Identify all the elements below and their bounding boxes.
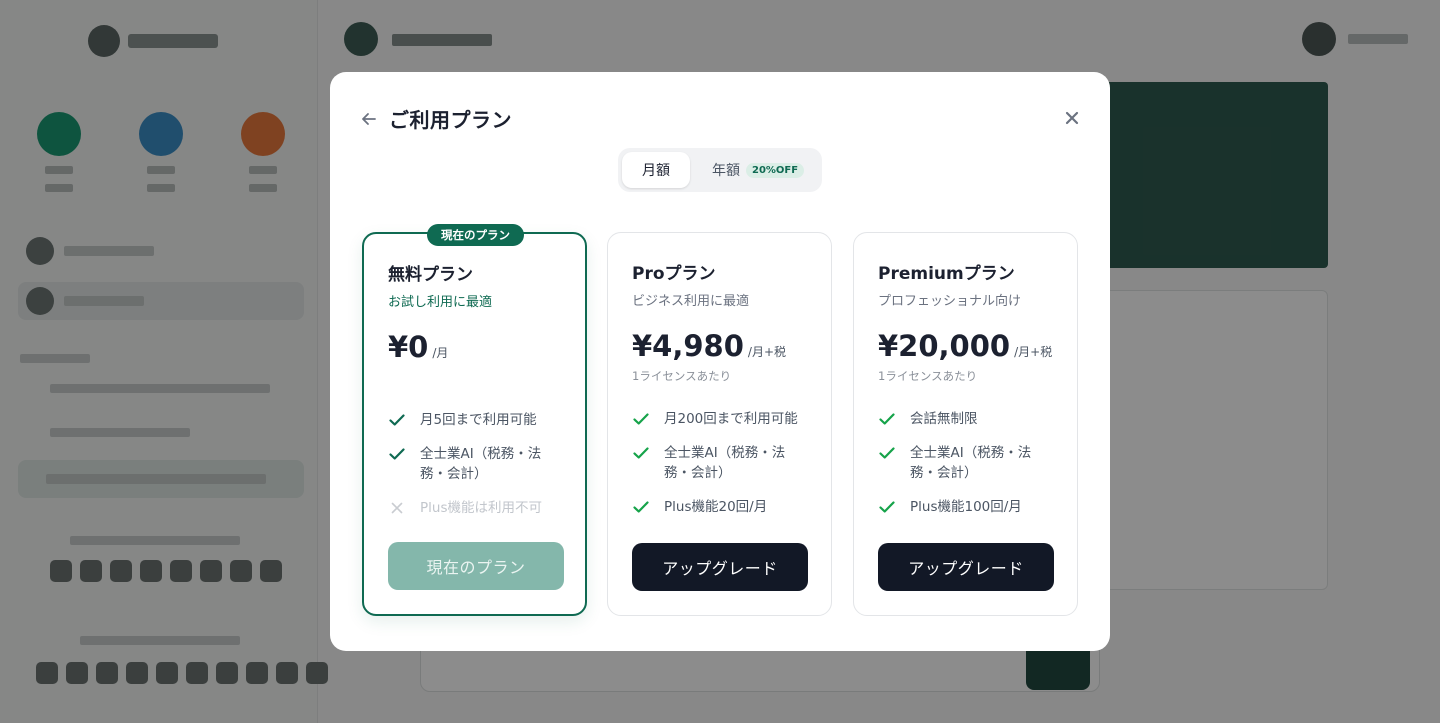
check-icon [632, 409, 650, 429]
billing-annual-label: 年額 [712, 163, 740, 179]
feature-item: 全士業AI（税務・法務・会計） [388, 444, 568, 484]
discount-badge: 20%OFF [746, 162, 805, 178]
billing-annual-option[interactable]: 年額 20%OFF [690, 152, 805, 188]
price-period: /月+税 [747, 345, 787, 359]
plan-card-pro: Proプラン ビジネス利用に最適 ¥4,980 /月+税 1ライセンスあたり 月… [607, 232, 832, 616]
x-icon [388, 498, 406, 518]
check-icon [878, 497, 896, 517]
feature-item: 会話無制限 [878, 409, 1058, 429]
plan-card-free: 現在のプラン 無料プラン お試し利用に最適 ¥0 /月 月5回まで利用可能 全士… [362, 224, 587, 616]
check-icon [878, 443, 896, 463]
feature-item: 月5回まで利用可能 [388, 410, 568, 430]
plan-name: 無料プラン [388, 265, 473, 285]
feature-list: 月200回まで利用可能 全士業AI（税務・法務・会計） Plus機能20回/月 [632, 409, 812, 531]
feature-text: Plus機能は利用不可 [420, 500, 542, 516]
check-icon [632, 443, 650, 463]
modal-title: ご利用プラン [389, 108, 512, 132]
feature-item: 月200回まで利用可能 [632, 409, 812, 429]
feature-item: 全士業AI（税務・法務・会計） [878, 443, 1058, 483]
price-amount: ¥4,980 [632, 329, 744, 363]
plan-name: Premiumプラン [878, 264, 1015, 284]
plan-name: Proプラン [632, 264, 716, 284]
check-icon [388, 410, 406, 430]
plan-price: ¥0 /月 [388, 330, 448, 364]
price-period: /月+税 [1014, 345, 1053, 359]
per-license-note: 1ライセンスあたり [878, 369, 978, 383]
price-amount: ¥0 [388, 330, 429, 364]
close-button[interactable] [1060, 106, 1084, 130]
upgrade-pro-button[interactable]: アップグレード [632, 543, 808, 591]
feature-list: 月5回まで利用可能 全士業AI（税務・法務・会計） Plus機能は利用不可 [388, 410, 568, 532]
feature-text: 全士業AI（税務・法務・会計） [420, 446, 542, 482]
plan-subtitle: プロフェッショナル向け [878, 294, 1022, 309]
current-plan-badge: 現在のプラン [427, 224, 524, 246]
per-license-note: 1ライセンスあたり [632, 369, 732, 383]
billing-monthly-option[interactable]: 月額 [622, 152, 690, 188]
check-icon [878, 409, 896, 429]
feature-text: 全士業AI（税務・法務・会計） [664, 445, 786, 481]
billing-toggle: 月額 年額 20%OFF [618, 148, 822, 192]
feature-item: Plus機能100回/月 [878, 497, 1058, 517]
billing-monthly-label: 月額 [642, 163, 670, 179]
feature-text: 会話無制限 [910, 411, 978, 427]
upgrade-premium-button[interactable]: アップグレード [878, 543, 1054, 591]
feature-text: 全士業AI（税務・法務・会計） [910, 445, 1032, 481]
price-amount: ¥20,000 [878, 329, 1011, 363]
plan-price: ¥4,980 /月+税 [632, 329, 786, 363]
feature-item: 全士業AI（税務・法務・会計） [632, 443, 812, 483]
feature-text: Plus機能20回/月 [664, 499, 768, 515]
back-button[interactable] [358, 108, 380, 130]
feature-list: 会話無制限 全士業AI（税務・法務・会計） Plus機能100回/月 [878, 409, 1058, 531]
plan-subtitle: お試し利用に最適 [388, 295, 493, 310]
feature-text: 月5回まで利用可能 [420, 412, 537, 428]
plan-modal: ご利用プラン 月額 年額 20%OFF 現在のプラン 無料プラン お試し利用に最… [330, 72, 1110, 651]
feature-text: 月200回まで利用可能 [664, 411, 798, 427]
price-period: /月 [432, 346, 449, 360]
plan-subtitle: ビジネス利用に最適 [632, 294, 750, 309]
arrow-left-icon [362, 113, 376, 125]
plan-price: ¥20,000 /月+税 [878, 329, 1052, 363]
check-icon [632, 497, 650, 517]
plan-card-premium: Premiumプラン プロフェッショナル向け ¥20,000 /月+税 1ライセ… [853, 232, 1078, 616]
close-icon [1065, 111, 1079, 125]
current-plan-button: 現在のプラン [388, 542, 564, 590]
feature-text: Plus機能100回/月 [910, 499, 1022, 515]
feature-item-excluded: Plus機能は利用不可 [388, 498, 568, 518]
feature-item: Plus機能20回/月 [632, 497, 812, 517]
check-icon [388, 444, 406, 464]
